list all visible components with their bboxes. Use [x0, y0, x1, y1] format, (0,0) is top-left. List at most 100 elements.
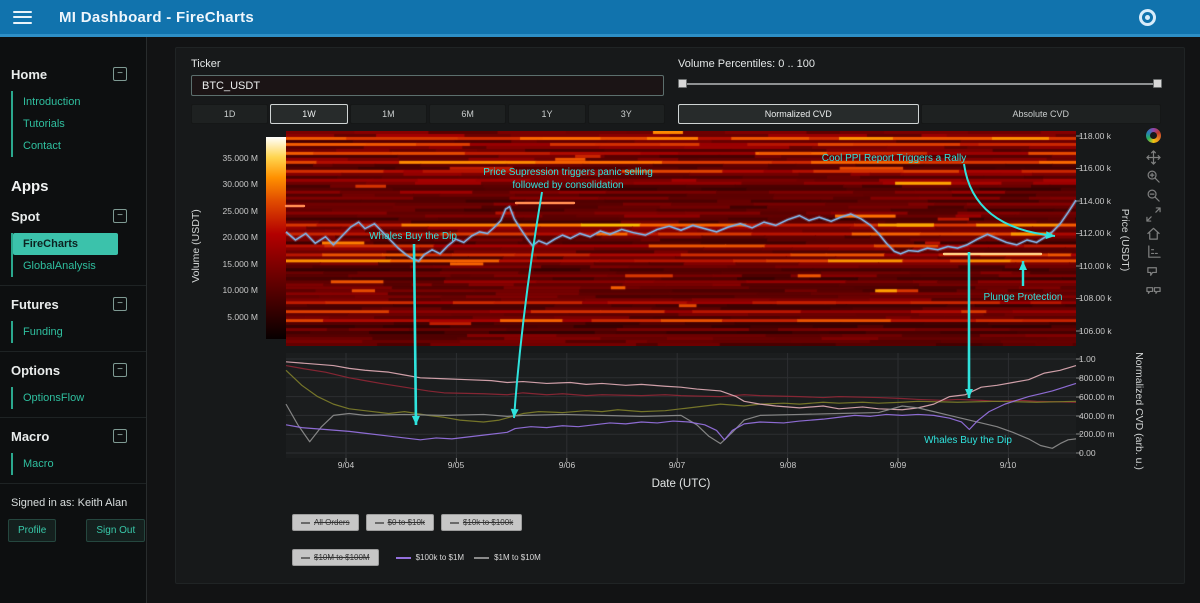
date-tick: 9/09	[870, 460, 926, 470]
absolute-cvd-button[interactable]: Absolute CVD	[921, 104, 1162, 124]
section-title-options: Options	[11, 363, 60, 378]
date-tick: 9/07	[649, 460, 705, 470]
volume-tick: 15.000 M	[196, 259, 258, 269]
section-title-home: Home	[11, 67, 47, 82]
cvd-tick: 0.00	[1079, 448, 1096, 458]
date-tick: 9/05	[428, 460, 484, 470]
timeframe-1m-button[interactable]: 1M	[350, 104, 427, 124]
slider-track[interactable]	[679, 83, 1161, 85]
volume-percentiles-label: Volume Percentiles: 0 .. 100	[678, 58, 815, 70]
sidebar-item-introduction[interactable]: Introduction	[13, 91, 146, 113]
signed-in-text: Signed in as: Keith Alan	[0, 484, 146, 509]
legend-item-hidden[interactable]: All Orders	[292, 514, 359, 531]
legend-line-sample	[301, 522, 310, 524]
collapse-section-icon[interactable]: −	[113, 297, 127, 311]
chart-area: 35.000 M 30.000 M 25.000 M 20.000 M 15.0…	[176, 128, 1186, 580]
date-tick: 9/04	[318, 460, 374, 470]
price-tick: 118.00 k	[1079, 131, 1111, 141]
volume-tick: 20.000 M	[196, 232, 258, 242]
chart-annotation-plunge-protection: Plunge Protection	[984, 291, 1063, 304]
price-tick: 106.00 k	[1079, 326, 1112, 336]
volume-percentiles-slider[interactable]	[679, 77, 1161, 91]
volume-axis-title: Volume (USDT)	[190, 209, 202, 283]
sidebar-item-optionsflow[interactable]: OptionsFlow	[13, 387, 146, 409]
cvd-tick: 600.00 m	[1079, 392, 1114, 402]
volume-tick: 35.000 M	[196, 153, 258, 163]
sidebar-item-firecharts[interactable]: FireCharts	[13, 233, 118, 255]
sidebar-item-macro[interactable]: Macro	[13, 453, 146, 475]
app-title: MI Dashboard - FireCharts	[59, 9, 254, 26]
section-title-macro: Macro	[11, 429, 49, 444]
cvd-tick: 200.00 m	[1079, 429, 1114, 439]
hover-closest-icon[interactable]	[1146, 264, 1161, 279]
topbar: MI Dashboard - FireCharts	[0, 0, 1200, 37]
legend-item-hidden[interactable]: $10k to $100k	[441, 514, 522, 531]
chart-annotation-ppi-rally: Cool PPI Report Triggers a Rally	[822, 152, 967, 165]
legend-row-2: $10M to $100M $100k to $1M $1M to $10M	[292, 549, 541, 566]
main-content: Ticker Volume Percentiles: 0 .. 100 1D 1…	[148, 37, 1200, 603]
ticker-input[interactable]	[191, 75, 664, 96]
status-ring-icon[interactable]	[1139, 9, 1156, 26]
legend-line-sample	[396, 557, 411, 559]
slider-handle-min[interactable]	[678, 79, 687, 88]
profile-button[interactable]: Profile	[8, 519, 56, 542]
cvd-tick: 1.00	[1079, 354, 1096, 364]
legend-item-visible[interactable]: $1M to $10M	[474, 553, 541, 562]
volume-tick: 30.000 M	[196, 179, 258, 189]
sidebar-item-tutorials[interactable]: Tutorials	[13, 113, 146, 135]
normalized-cvd-button[interactable]: Normalized CVD	[678, 104, 919, 124]
sidebar-item-contact[interactable]: Contact	[13, 135, 146, 157]
sidebar: Home − Introduction Tutorials Contact App…	[0, 37, 147, 603]
slider-handle-max[interactable]	[1153, 79, 1162, 88]
timeframe-3y-button[interactable]: 3Y	[588, 104, 665, 124]
plotly-logo-icon[interactable]	[1146, 128, 1161, 143]
legend-line-sample	[450, 522, 459, 524]
cvd-mode-button-group: Normalized CVD Absolute CVD	[678, 104, 1161, 124]
date-tick: 9/10	[980, 460, 1036, 470]
collapse-section-icon[interactable]: −	[113, 67, 127, 81]
price-tick: 112.00 k	[1079, 228, 1111, 238]
cvd-tick: 800.00 m	[1079, 373, 1114, 383]
autoscale-icon[interactable]	[1146, 207, 1161, 222]
pan-icon[interactable]	[1146, 150, 1161, 165]
legend-item-visible[interactable]: $100k to $1M	[396, 553, 464, 562]
collapse-section-icon[interactable]: −	[113, 429, 127, 443]
collapse-section-icon[interactable]: −	[113, 209, 127, 223]
toggle-spikelines-icon[interactable]	[1146, 245, 1161, 260]
ticker-label: Ticker	[191, 58, 221, 70]
reset-axes-icon[interactable]	[1146, 226, 1161, 241]
sidebar-item-globalanalysis[interactable]: GlobalAnalysis	[13, 255, 146, 277]
legend-item-hidden[interactable]: $10M to $100M	[292, 549, 379, 566]
chart-annotation-whales-dip-2: Whales Buy the Dip	[924, 434, 1012, 447]
hover-compare-icon[interactable]	[1146, 283, 1161, 298]
section-title-spot: Spot	[11, 209, 40, 224]
zoom-in-icon[interactable]	[1146, 169, 1161, 184]
cvd-tick: 400.00 m	[1079, 411, 1114, 421]
sidebar-divider	[0, 285, 146, 286]
price-tick: 110.00 k	[1079, 261, 1111, 271]
sidebar-section-spot: Spot − FireCharts GlobalAnalysis	[0, 206, 146, 277]
zoom-out-icon[interactable]	[1146, 188, 1161, 203]
volume-colorbar	[266, 137, 286, 339]
timeframe-6m-button[interactable]: 6M	[429, 104, 506, 124]
sidebar-item-funding[interactable]: Funding	[13, 321, 146, 343]
sidebar-section-futures: Futures − Funding	[0, 294, 146, 343]
plotly-modebar	[1136, 128, 1170, 298]
price-tick: 116.00 k	[1079, 163, 1111, 173]
chart-annotation-price-suppression: Price Supression triggers panic sellingf…	[483, 166, 653, 192]
legend-line-sample	[301, 557, 310, 559]
apps-label: Apps	[0, 163, 146, 198]
date-axis-title: Date (UTC)	[652, 478, 711, 490]
collapse-section-icon[interactable]: −	[113, 363, 127, 377]
signout-button[interactable]: Sign Out	[86, 519, 145, 542]
menu-icon[interactable]	[13, 11, 32, 24]
timeframe-1d-button[interactable]: 1D	[191, 104, 268, 124]
cvd-axis-title: Normalized CVD (arb. u.)	[1133, 352, 1145, 470]
sidebar-section-macro: Macro − Macro	[0, 426, 146, 475]
timeframe-1w-button[interactable]: 1W	[270, 104, 347, 124]
section-title-futures: Futures	[11, 297, 59, 312]
timeframe-1y-button[interactable]: 1Y	[508, 104, 585, 124]
sidebar-section-home: Home − Introduction Tutorials Contact	[0, 64, 146, 157]
legend-row-1: All Orders $0 to $10k $10k to $100k	[292, 514, 529, 531]
legend-item-hidden[interactable]: $0 to $10k	[366, 514, 434, 531]
